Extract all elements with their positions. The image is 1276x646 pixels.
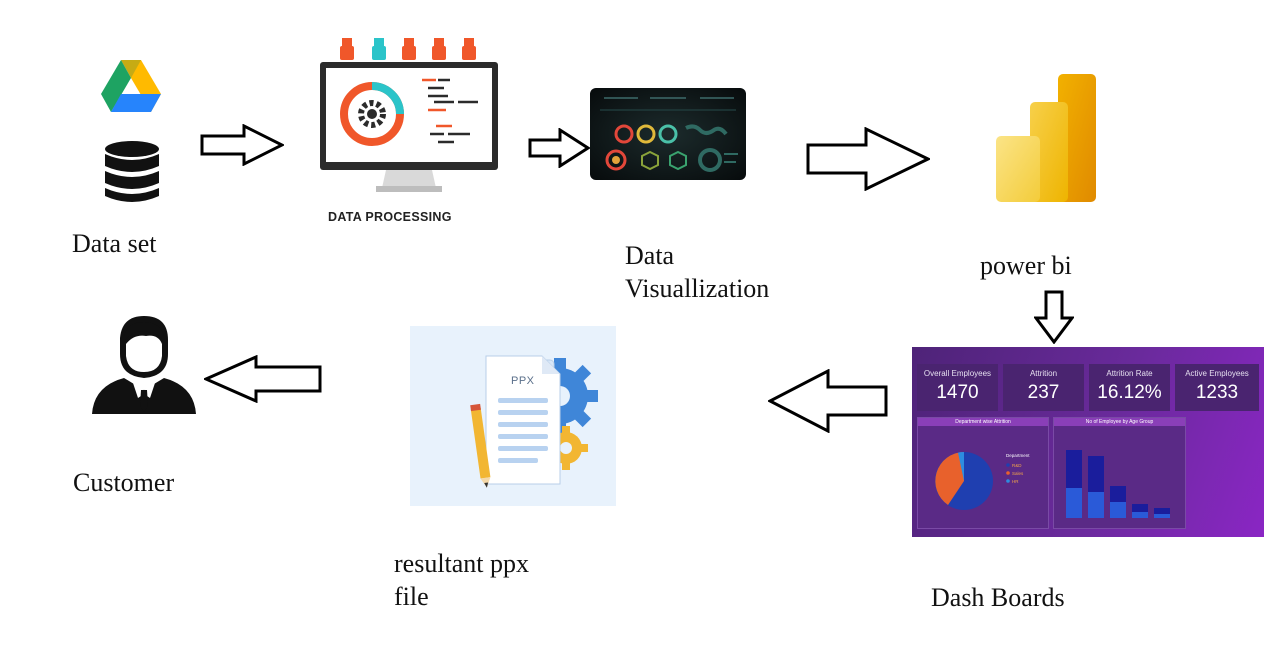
kpi-value: 1233	[1195, 382, 1239, 403]
kpi-card: Overall Employees 1470	[917, 364, 998, 411]
kpi-card: Attrition Rate 16.12%	[1089, 364, 1170, 411]
legend-item: Sales	[1012, 471, 1024, 476]
customer-person-icon	[88, 314, 200, 416]
database-icon	[104, 140, 160, 204]
ppx-doc-label: PPX	[511, 375, 535, 387]
power-bi-logo-icon	[992, 72, 1098, 204]
data-processing-caption: DATA PROCESSING	[328, 210, 452, 224]
kpi-title: Attrition	[1029, 369, 1058, 378]
ppx-file-illustration: PPX	[410, 326, 616, 506]
dash-boards-label: Dash Boards	[931, 583, 1065, 612]
data-processing-monitor-icon	[318, 36, 500, 196]
legend-item: R&D	[1012, 463, 1022, 468]
kpi-value: 237	[1027, 382, 1060, 403]
kpi-title: Overall Employees	[923, 369, 992, 378]
dashboard-screenshot: Overall Employees 1470 Attrition 237 Att…	[912, 347, 1264, 537]
dataset-label: Data set	[72, 229, 157, 258]
data-visualization-label-line1: Data	[625, 241, 675, 270]
kpi-card: Attrition 237	[1003, 364, 1084, 411]
legend-title: Department	[1006, 453, 1030, 458]
department-attrition-panel: Department wise Attrition Department R&D…	[917, 417, 1049, 529]
kpi-card: Active Employees 1233	[1175, 364, 1259, 411]
flow-arrow-right	[200, 124, 284, 166]
kpi-value: 16.12%	[1097, 382, 1162, 403]
power-bi-label: power bi	[980, 251, 1072, 280]
legend-item: HR	[1012, 479, 1019, 484]
google-drive-icon	[100, 58, 162, 114]
panel-title: Department wise Attrition	[918, 418, 1048, 426]
panel-title: No of Employee by Age Group	[1054, 418, 1185, 426]
resultant-file-label-line1: resultant ppx	[394, 549, 530, 578]
kpi-value: 1470	[936, 382, 979, 403]
flow-arrow-right	[528, 128, 590, 168]
flow-arrow-left	[768, 369, 888, 433]
data-visualization-dashboard-icon	[590, 88, 746, 180]
age-group-panel: No of Employee by Age Group	[1053, 417, 1186, 529]
data-visualization-label-line2: Visuallization	[625, 274, 770, 303]
flow-arrow-right	[806, 127, 930, 191]
resultant-file-label-line2: file	[394, 582, 429, 611]
flow-arrow-left	[204, 355, 322, 403]
kpi-title: Active Employees	[1185, 369, 1249, 378]
customer-label: Customer	[73, 468, 175, 497]
flow-arrow-down	[1034, 290, 1074, 344]
kpi-title: Attrition Rate	[1106, 369, 1153, 378]
